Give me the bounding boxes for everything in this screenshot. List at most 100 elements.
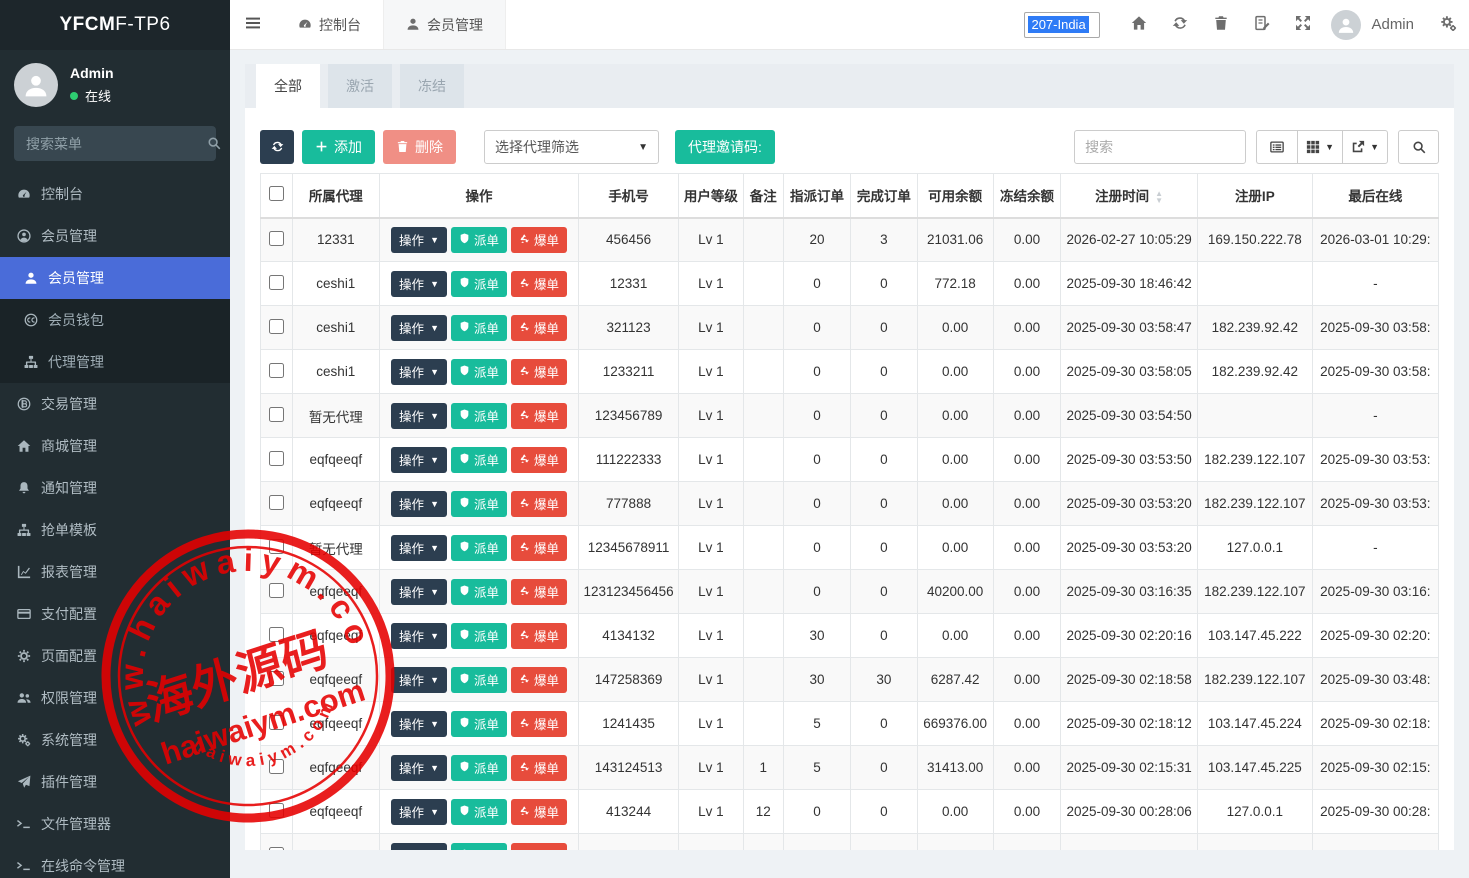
row-checkbox[interactable] bbox=[269, 847, 284, 851]
sidebar-item-member-group[interactable]: 会员管理 bbox=[0, 215, 230, 257]
row-dispatch-button[interactable]: 派单 bbox=[451, 667, 507, 693]
row-dispatch-button[interactable]: 派单 bbox=[451, 843, 507, 851]
row-operate-button[interactable]: 操作▼ bbox=[391, 667, 447, 693]
row-operate-button[interactable]: 操作▼ bbox=[391, 447, 447, 473]
sidebar-item-trade-manage[interactable]: 交易管理 bbox=[0, 383, 230, 425]
row-dispatch-button[interactable]: 派单 bbox=[451, 315, 507, 341]
row-checkbox[interactable] bbox=[269, 231, 284, 246]
row-checkbox[interactable] bbox=[269, 539, 284, 554]
agent-invite-code-button[interactable]: 代理邀请码: bbox=[675, 130, 775, 164]
row-dispatch-button[interactable]: 派单 bbox=[451, 711, 507, 737]
row-dispatch-button[interactable]: 派单 bbox=[451, 799, 507, 825]
row-burst-button[interactable]: 爆单 bbox=[511, 491, 567, 517]
row-operate-button[interactable]: 操作▼ bbox=[391, 491, 447, 517]
fullscreen-button[interactable] bbox=[1282, 15, 1323, 34]
sidebar-item-online-command[interactable]: 在线命令管理 bbox=[0, 845, 230, 878]
row-checkbox[interactable] bbox=[269, 627, 284, 642]
row-operate-button[interactable]: 操作▼ bbox=[391, 755, 447, 781]
row-operate-button[interactable]: 操作▼ bbox=[391, 359, 447, 385]
row-checkbox[interactable] bbox=[269, 319, 284, 334]
sort-icon[interactable]: ▲▼ bbox=[1155, 191, 1163, 204]
trash-button[interactable] bbox=[1200, 15, 1241, 34]
row-checkbox[interactable] bbox=[269, 803, 284, 818]
column-header-completed[interactable]: 完成订单 bbox=[851, 174, 917, 218]
row-checkbox[interactable] bbox=[269, 363, 284, 378]
row-operate-button[interactable]: 操作▼ bbox=[391, 623, 447, 649]
sidebar-item-plugin-manage[interactable]: 插件管理 bbox=[0, 761, 230, 803]
row-dispatch-button[interactable]: 派单 bbox=[451, 447, 507, 473]
row-checkbox[interactable] bbox=[269, 583, 284, 598]
row-checkbox[interactable] bbox=[269, 759, 284, 774]
column-header-reg_ip[interactable]: 注册IP bbox=[1197, 174, 1312, 218]
row-operate-button[interactable]: 操作▼ bbox=[391, 227, 447, 253]
list-view-button[interactable] bbox=[1256, 130, 1297, 164]
refresh-table-button[interactable] bbox=[260, 130, 294, 164]
column-header-agent[interactable]: 所属代理 bbox=[292, 174, 379, 218]
nav-tab-member-manage[interactable]: 会员管理 bbox=[383, 0, 506, 49]
agent-filter-select[interactable]: 选择代理筛选 ▼ bbox=[484, 130, 659, 164]
row-burst-button[interactable]: 爆单 bbox=[511, 667, 567, 693]
table-search-input[interactable] bbox=[1074, 130, 1246, 164]
row-checkbox[interactable] bbox=[269, 451, 284, 466]
sidebar-toggle-button[interactable] bbox=[230, 0, 276, 49]
nav-tab-dashboard[interactable]: 控制台 bbox=[276, 0, 383, 49]
home-button[interactable] bbox=[1118, 15, 1159, 34]
row-burst-button[interactable]: 爆单 bbox=[511, 843, 567, 851]
column-header-frozen[interactable]: 冻结余额 bbox=[993, 174, 1061, 218]
row-checkbox[interactable] bbox=[269, 275, 284, 290]
sidebar-item-pay-config[interactable]: 支付配置 bbox=[0, 593, 230, 635]
row-operate-button[interactable]: 操作▼ bbox=[391, 403, 447, 429]
delete-button[interactable]: 删除 bbox=[383, 130, 456, 164]
column-header-level[interactable]: 用户等级 bbox=[678, 174, 743, 218]
row-burst-button[interactable]: 爆单 bbox=[511, 799, 567, 825]
sidebar-item-agent-manage[interactable]: 代理管理 bbox=[0, 341, 230, 383]
columns-button[interactable]: ▼ bbox=[1297, 130, 1342, 164]
sidebar-item-notice-manage[interactable]: 通知管理 bbox=[0, 467, 230, 509]
sidebar-item-mall-manage[interactable]: 商城管理 bbox=[0, 425, 230, 467]
row-operate-button[interactable]: 操作▼ bbox=[391, 579, 447, 605]
sidebar-item-file-manager[interactable]: 文件管理器 bbox=[0, 803, 230, 845]
row-dispatch-button[interactable]: 派单 bbox=[451, 755, 507, 781]
nav-user-menu[interactable]: Admin bbox=[1331, 10, 1414, 40]
add-button[interactable]: 添加 bbox=[302, 130, 375, 164]
tab-active[interactable]: 激活 bbox=[328, 64, 392, 108]
sidebar-item-page-config[interactable]: 页面配置 bbox=[0, 635, 230, 677]
row-dispatch-button[interactable]: 派单 bbox=[451, 535, 507, 561]
sidebar-item-member-manage[interactable]: 会员管理 bbox=[0, 257, 230, 299]
row-burst-button[interactable]: 爆单 bbox=[511, 623, 567, 649]
tab-all[interactable]: 全部 bbox=[256, 64, 320, 108]
sidebar-item-member-wallet[interactable]: 会员钱包 bbox=[0, 299, 230, 341]
row-dispatch-button[interactable]: 派单 bbox=[451, 491, 507, 517]
row-operate-button[interactable]: 操作▼ bbox=[391, 799, 447, 825]
row-operate-button[interactable]: 操作▼ bbox=[391, 315, 447, 341]
row-dispatch-button[interactable]: 派单 bbox=[451, 359, 507, 385]
log-button[interactable] bbox=[1241, 15, 1282, 34]
tab-frozen[interactable]: 冻结 bbox=[400, 64, 464, 108]
row-burst-button[interactable]: 爆单 bbox=[511, 579, 567, 605]
row-operate-button[interactable]: 操作▼ bbox=[391, 535, 447, 561]
row-dispatch-button[interactable]: 派单 bbox=[451, 271, 507, 297]
export-button[interactable]: ▼ bbox=[1342, 130, 1388, 164]
row-dispatch-button[interactable]: 派单 bbox=[451, 623, 507, 649]
row-operate-button[interactable]: 操作▼ bbox=[391, 711, 447, 737]
row-checkbox[interactable] bbox=[269, 495, 284, 510]
select-all-checkbox[interactable] bbox=[269, 186, 284, 201]
sidebar-item-system-manage[interactable]: 系统管理 bbox=[0, 719, 230, 761]
column-header-last_online[interactable]: 最后在线 bbox=[1312, 174, 1438, 218]
row-dispatch-button[interactable]: 派单 bbox=[451, 403, 507, 429]
column-header-remark[interactable]: 备注 bbox=[743, 174, 783, 218]
row-burst-button[interactable]: 爆单 bbox=[511, 315, 567, 341]
column-header-phone[interactable]: 手机号 bbox=[579, 174, 679, 218]
sidebar-item-grab-template[interactable]: 抢单模板 bbox=[0, 509, 230, 551]
row-checkbox[interactable] bbox=[269, 407, 284, 422]
sidebar-item-dashboard[interactable]: 控制台 bbox=[0, 173, 230, 215]
refresh-button[interactable] bbox=[1159, 15, 1200, 34]
row-burst-button[interactable]: 爆单 bbox=[511, 447, 567, 473]
row-burst-button[interactable]: 爆单 bbox=[511, 271, 567, 297]
sidebar-item-report-manage[interactable]: 报表管理 bbox=[0, 551, 230, 593]
nav-search-input[interactable]: 207-India bbox=[1024, 12, 1100, 38]
row-burst-button[interactable]: 爆单 bbox=[511, 359, 567, 385]
column-header-reg_time[interactable]: 注册时间▲▼ bbox=[1061, 174, 1198, 218]
column-header-assigned[interactable]: 指派订单 bbox=[783, 174, 851, 218]
row-checkbox[interactable] bbox=[269, 715, 284, 730]
